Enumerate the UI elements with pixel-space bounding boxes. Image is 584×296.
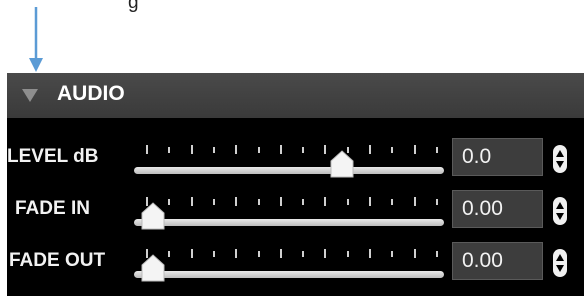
- fade-out-label: FADE OUT: [9, 250, 106, 271]
- fade-out-slider-thumb[interactable]: [140, 254, 166, 282]
- fade-in-stepper[interactable]: [553, 197, 567, 225]
- slider-tick: [212, 199, 215, 205]
- slider-tick: [391, 199, 394, 205]
- slider-tick: [324, 197, 327, 206]
- level-row: LEVEL dB 0.0: [7, 131, 584, 183]
- slider-tick: [346, 251, 349, 257]
- slider-tick: [436, 147, 438, 153]
- slider-tick: [212, 251, 215, 257]
- slider-tick: [413, 145, 416, 154]
- up-down-stepper-icon: [556, 202, 564, 220]
- fade-out-slider-track[interactable]: [134, 271, 444, 278]
- slider-tick: [324, 249, 327, 258]
- fade-out-slider[interactable]: [134, 235, 444, 287]
- slider-tick: [279, 249, 282, 258]
- fade-in-slider-thumb[interactable]: [140, 202, 166, 230]
- slider-tick: [190, 145, 193, 154]
- slider-tick: [235, 249, 238, 258]
- slider-tick: [413, 249, 416, 258]
- slider-tick: [168, 199, 171, 205]
- slider-tick: [302, 147, 305, 153]
- level-slider[interactable]: [134, 131, 444, 183]
- fade-in-row: FADE IN 0.00: [7, 183, 584, 235]
- fade-out-stepper[interactable]: [553, 249, 567, 277]
- fade-in-value: 0.00: [462, 197, 503, 220]
- slider-tick: [413, 197, 416, 206]
- level-slider-thumb[interactable]: [329, 150, 355, 178]
- slider-tick: [369, 249, 372, 258]
- slider-tick: [257, 199, 260, 205]
- slider-tick: [279, 197, 282, 206]
- slider-tick: [369, 145, 372, 154]
- slider-tick: [190, 197, 193, 206]
- slider-tick: [391, 147, 394, 153]
- fade-in-slider-track[interactable]: [134, 219, 444, 226]
- slider-tick: [436, 251, 438, 257]
- panel-title: AUDIO: [57, 82, 125, 105]
- fade-out-value-field[interactable]: 0.00: [452, 242, 543, 280]
- fade-out-value: 0.00: [462, 249, 503, 272]
- slider-tick: [302, 199, 305, 205]
- slider-tick: [257, 147, 260, 153]
- audio-panel-header[interactable]: AUDIO: [7, 73, 584, 118]
- level-stepper[interactable]: [553, 145, 567, 173]
- slider-tick: [212, 147, 215, 153]
- slider-tick: [436, 199, 438, 205]
- down-arrow-icon: [29, 7, 43, 72]
- level-value-field[interactable]: 0.0: [452, 138, 543, 176]
- slider-tick: [168, 147, 171, 153]
- slider-tick: [369, 197, 372, 206]
- disclosure-triangle-icon[interactable]: [22, 89, 38, 102]
- slider-tick: [235, 197, 238, 206]
- slider-tick: [279, 145, 282, 154]
- slider-tick: [168, 251, 171, 257]
- slider-tick: [257, 251, 260, 257]
- up-down-stepper-icon: [556, 150, 564, 168]
- fade-in-value-field[interactable]: 0.00: [452, 190, 543, 228]
- slider-tick: [302, 251, 305, 257]
- level-slider-track[interactable]: [134, 167, 444, 174]
- fade-in-slider[interactable]: [134, 183, 444, 235]
- caption-fragment: g: [128, 0, 139, 13]
- slider-tick: [391, 251, 394, 257]
- fade-in-label: FADE IN: [15, 198, 90, 219]
- slider-tick: [235, 145, 238, 154]
- slider-tick: [346, 199, 349, 205]
- level-label: LEVEL dB: [7, 146, 99, 167]
- level-value: 0.0: [462, 145, 492, 168]
- slider-tick: [324, 145, 327, 154]
- slider-tick: [190, 249, 193, 258]
- audio-panel: AUDIO LEVEL dB 0.0 FADE IN 0.00 FADE OUT…: [7, 73, 584, 296]
- slider-tick: [146, 145, 148, 154]
- up-down-stepper-icon: [556, 254, 564, 272]
- fade-out-row: FADE OUT 0.00: [7, 235, 584, 287]
